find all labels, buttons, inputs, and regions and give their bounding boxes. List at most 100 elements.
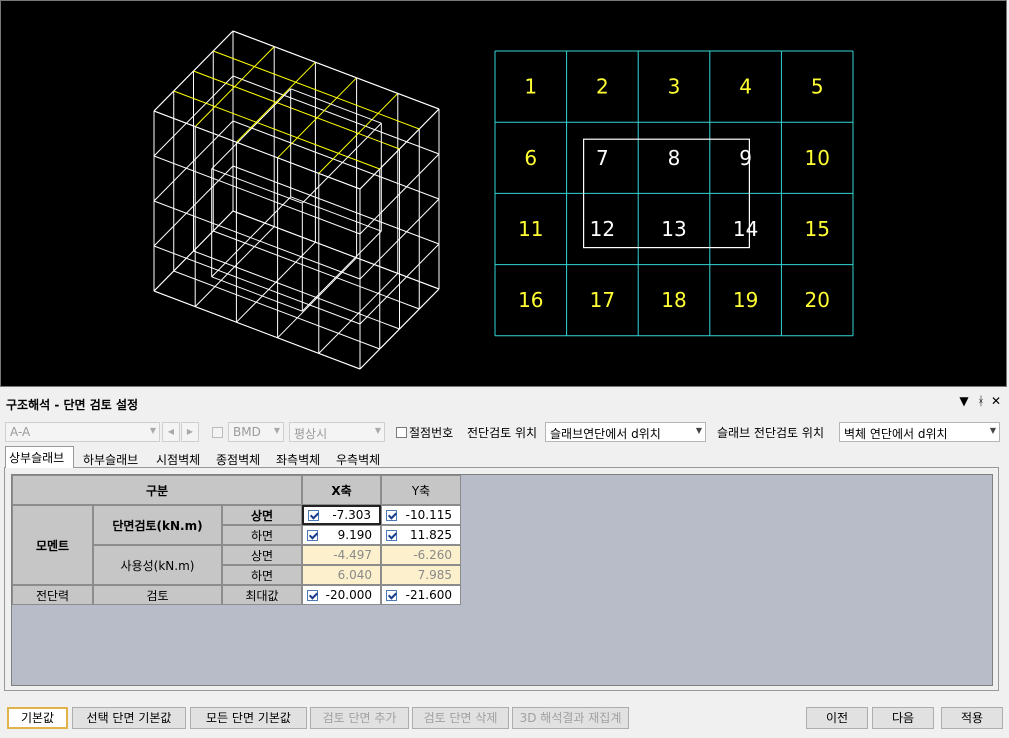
- tab-left-wall[interactable]: 좌측벽체: [273, 449, 323, 468]
- shear-check-value: 슬래브연단에서 d위치: [550, 427, 661, 441]
- grid-cell-label: 17: [590, 288, 615, 312]
- row-label-bottom: 하면: [222, 525, 302, 545]
- chevron-down-icon: ▼: [989, 426, 996, 435]
- tab-top-slab[interactable]: 상부슬래브: [5, 446, 74, 468]
- service-bottom-x-cell: 6.040: [302, 565, 381, 585]
- grid-cell-label: 5: [811, 75, 824, 99]
- header-category: 구분: [12, 475, 302, 505]
- state-combo[interactable]: 평상시 ▼: [289, 422, 385, 442]
- dropdown-icon[interactable]: ▼: [957, 394, 971, 408]
- grid-cell-label: 9: [739, 146, 752, 170]
- node-number-checkbox[interactable]: [396, 427, 407, 438]
- row-label-max: 최대값: [222, 585, 302, 605]
- moment-label: 모멘트: [12, 505, 93, 585]
- slab-shear-value: 벽체 연단에서 d위치: [844, 427, 948, 441]
- moment-top-x-value: -7.303: [332, 508, 371, 522]
- section-check-label: 단면검토(kN.m): [93, 505, 222, 545]
- serviceability-label: 사용성(kN.m): [93, 545, 222, 585]
- grid-cell-label: 14: [733, 217, 758, 241]
- node-number-label: 절점번호: [409, 426, 454, 440]
- moment-top-x-cell[interactable]: -7.303: [302, 505, 381, 525]
- apply-button[interactable]: 적용: [941, 707, 1003, 729]
- header-x-axis[interactable]: X축: [302, 475, 381, 505]
- shear-max-x-cell[interactable]: -20.000: [302, 585, 381, 605]
- checkbox-icon[interactable]: [307, 529, 318, 541]
- state-combo-value: 평상시: [294, 427, 328, 441]
- chevron-down-icon: ▼: [273, 426, 280, 435]
- shear-check-combo[interactable]: 슬래브연단에서 d위치 ▼: [545, 422, 706, 442]
- service-top-x-value: -4.497: [333, 548, 372, 562]
- tab-end-wall[interactable]: 종점벽체: [213, 449, 263, 468]
- grid-cell-label: 18: [661, 288, 686, 312]
- next-button[interactable]: 다음: [872, 707, 934, 729]
- checkbox-icon[interactable]: [386, 589, 397, 601]
- row-label-bottom: 하면: [222, 565, 302, 585]
- shear-check-label: 전단검토 위치: [467, 426, 538, 440]
- checkbox-icon[interactable]: [308, 509, 319, 521]
- checkbox-icon[interactable]: [307, 589, 318, 601]
- grid-cell-label: 16: [518, 288, 543, 312]
- button-bar: 기본값 선택 단면 기본값 모든 단면 기본값 검토 단면 추가 검토 단면 삭…: [0, 704, 1009, 738]
- add-section-button[interactable]: 검토 단면 추가: [310, 707, 409, 729]
- bmd-combo-value: BMD: [233, 425, 261, 439]
- default-button[interactable]: 기본값: [7, 707, 68, 729]
- chevron-down-icon: ▼: [374, 426, 381, 435]
- prev-button[interactable]: 이전: [806, 707, 868, 729]
- shear-label: 전단력: [12, 585, 93, 605]
- service-top-x-cell: -4.497: [302, 545, 381, 565]
- service-top-y-value: -6.260: [413, 548, 452, 562]
- grid-cell-label: 11: [518, 217, 543, 241]
- panel-titlebar: 구조해석 - 단면 검토 설정 ▼ ᚼ ✕: [0, 390, 1009, 416]
- grid-cell-label: 6: [524, 146, 537, 170]
- service-bottom-y-value: 7.985: [417, 568, 452, 582]
- service-bottom-x-value: 6.040: [337, 568, 372, 582]
- moment-bottom-x-value: 9.190: [337, 528, 372, 542]
- plan-grid: 1 2 3 4 56 7 8 9 1011 12 13 14 1516 17 18 19 20: [494, 50, 854, 337]
- slab-shear-combo[interactable]: 벽체 연단에서 d위치 ▼: [839, 422, 1000, 442]
- grid-cell-label: 1: [524, 75, 537, 99]
- grid-cell-label: 12: [590, 217, 615, 241]
- shear-max-x-value: -20.000: [325, 588, 372, 602]
- tab-bottom-slab[interactable]: 하부슬래브: [80, 449, 141, 468]
- section-combo[interactable]: A-A ▼: [5, 422, 160, 442]
- tab-right-wall[interactable]: 우측벽체: [333, 449, 383, 468]
- moment-bottom-y-cell[interactable]: 11.825: [381, 525, 461, 545]
- grid-cell-label: 20: [804, 288, 829, 312]
- grid-cell-label: 13: [661, 217, 686, 241]
- shear-max-y-cell[interactable]: -21.600: [381, 585, 461, 605]
- tab-start-wall[interactable]: 시점벽체: [153, 449, 203, 468]
- service-top-y-cell: -6.260: [381, 545, 461, 565]
- checkbox-icon[interactable]: [386, 529, 397, 541]
- check-label: 검토: [93, 585, 222, 605]
- moment-top-y-value: -10.115: [405, 508, 452, 522]
- grid-cell-label: 8: [668, 146, 681, 170]
- prev-section-button[interactable]: ◀: [162, 422, 180, 442]
- recompute-3d-button[interactable]: 3D 해석결과 재집계: [512, 707, 629, 729]
- moment-top-y-cell[interactable]: -10.115: [381, 505, 461, 525]
- shear-max-y-value: -21.600: [405, 588, 452, 602]
- grid-cell-label: 10: [804, 146, 829, 170]
- row-label-top: 상면: [222, 545, 302, 565]
- grid-cell-label: 19: [733, 288, 758, 312]
- section-check-panel: 구조해석 - 단면 검토 설정 ▼ ᚼ ✕ A-A ▼ ◀ ▶ BMD ▼ 평상…: [0, 390, 1009, 738]
- viewport[interactable]: 1 2 3 4 5 6 7 8 9 10 11 12 13 14 15 16 17 18 19 20: [0, 0, 1007, 387]
- service-bottom-y-cell: 7.985: [381, 565, 461, 585]
- moment-bottom-x-cell[interactable]: 9.190: [302, 525, 381, 545]
- header-y-axis[interactable]: Y축: [381, 475, 461, 505]
- checkbox-icon[interactable]: [386, 509, 397, 521]
- moment-bottom-y-value: 11.825: [410, 528, 452, 542]
- all-default-button[interactable]: 모든 단면 기본값: [190, 707, 307, 729]
- chevron-down-icon: ▼: [695, 426, 702, 435]
- grid-cell-label: 2: [596, 75, 609, 99]
- bmd-combo[interactable]: BMD ▼: [228, 422, 284, 442]
- grid-cell-label: 3: [668, 75, 681, 99]
- bmd-checkbox[interactable]: [212, 427, 223, 438]
- pin-icon[interactable]: ᚼ: [974, 394, 988, 408]
- section-check-grid: 구분 X축 Y축 모멘트 단면검토(kN.m) 사용성(kN.m) 상면 -7.…: [11, 474, 993, 686]
- next-section-button[interactable]: ▶: [181, 422, 199, 442]
- close-icon[interactable]: ✕: [989, 394, 1003, 408]
- delete-section-button[interactable]: 검토 단면 삭제: [412, 707, 509, 729]
- slab-shear-label: 슬래브 전단검토 위치: [717, 426, 824, 440]
- grid-cell-label: 4: [739, 75, 752, 99]
- selected-default-button[interactable]: 선택 단면 기본값: [72, 707, 186, 729]
